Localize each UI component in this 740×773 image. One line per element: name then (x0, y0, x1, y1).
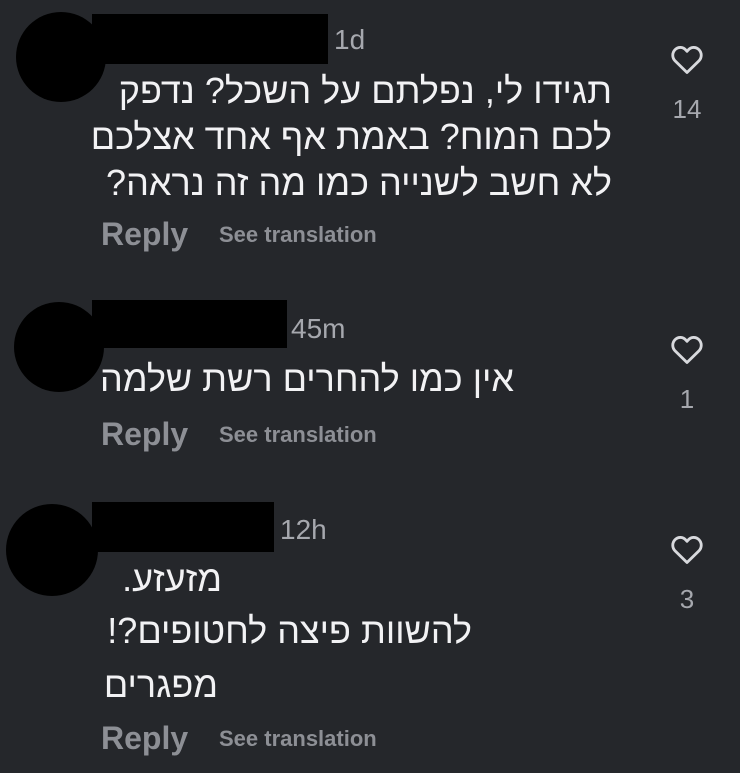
comment-text-line: אין כמו להחרים רשת שלמה (100, 358, 514, 399)
comment-text-line: מפגרים (103, 664, 218, 705)
comment-item: 45m אין כמו להחרים רשת שלמה Reply See tr… (0, 280, 740, 480)
like-count: 1 (679, 384, 695, 414)
comment-text-line: להשוות פיצה לחטופים?! (107, 610, 472, 651)
reply-button[interactable]: Reply (101, 418, 188, 450)
reply-button[interactable]: Reply (101, 722, 188, 754)
comment-text-line: מזעזע. (122, 558, 222, 599)
reply-button[interactable]: Reply (101, 218, 188, 250)
see-translation-button[interactable]: See translation (219, 224, 377, 246)
comment-text-line: תגידו לי, נפלתם על השכל? נדפק (118, 70, 612, 111)
like-count: 14 (672, 94, 702, 124)
comment-text-line: לכם המוח? באמת אף אחד אצלכם (90, 116, 612, 157)
username-redacted[interactable] (92, 14, 328, 64)
see-translation-button[interactable]: See translation (219, 424, 377, 446)
comment-timestamp: 1d (334, 24, 366, 55)
comment-timestamp: 12h (280, 514, 327, 545)
comment-text-line: לא חשב לשנייה כמו מה זה נראה? (106, 162, 612, 203)
heart-outline-icon[interactable] (670, 333, 704, 365)
heart-outline-icon[interactable] (670, 43, 704, 75)
like-count: 3 (679, 584, 695, 614)
see-translation-button[interactable]: See translation (219, 728, 377, 750)
avatar[interactable] (6, 504, 98, 596)
heart-outline-icon[interactable] (670, 533, 704, 565)
username-redacted[interactable] (92, 502, 274, 552)
comment-timestamp: 45m (291, 313, 346, 344)
avatar[interactable] (14, 302, 104, 392)
comment-item: 12h מזעזע. להשוות פיצה לחטופים?! מפגרים … (0, 480, 740, 773)
comment-item: 1d תגידו לי, נפלתם על השכל? נדפק לכם המו… (0, 0, 740, 280)
username-redacted[interactable] (92, 300, 287, 348)
